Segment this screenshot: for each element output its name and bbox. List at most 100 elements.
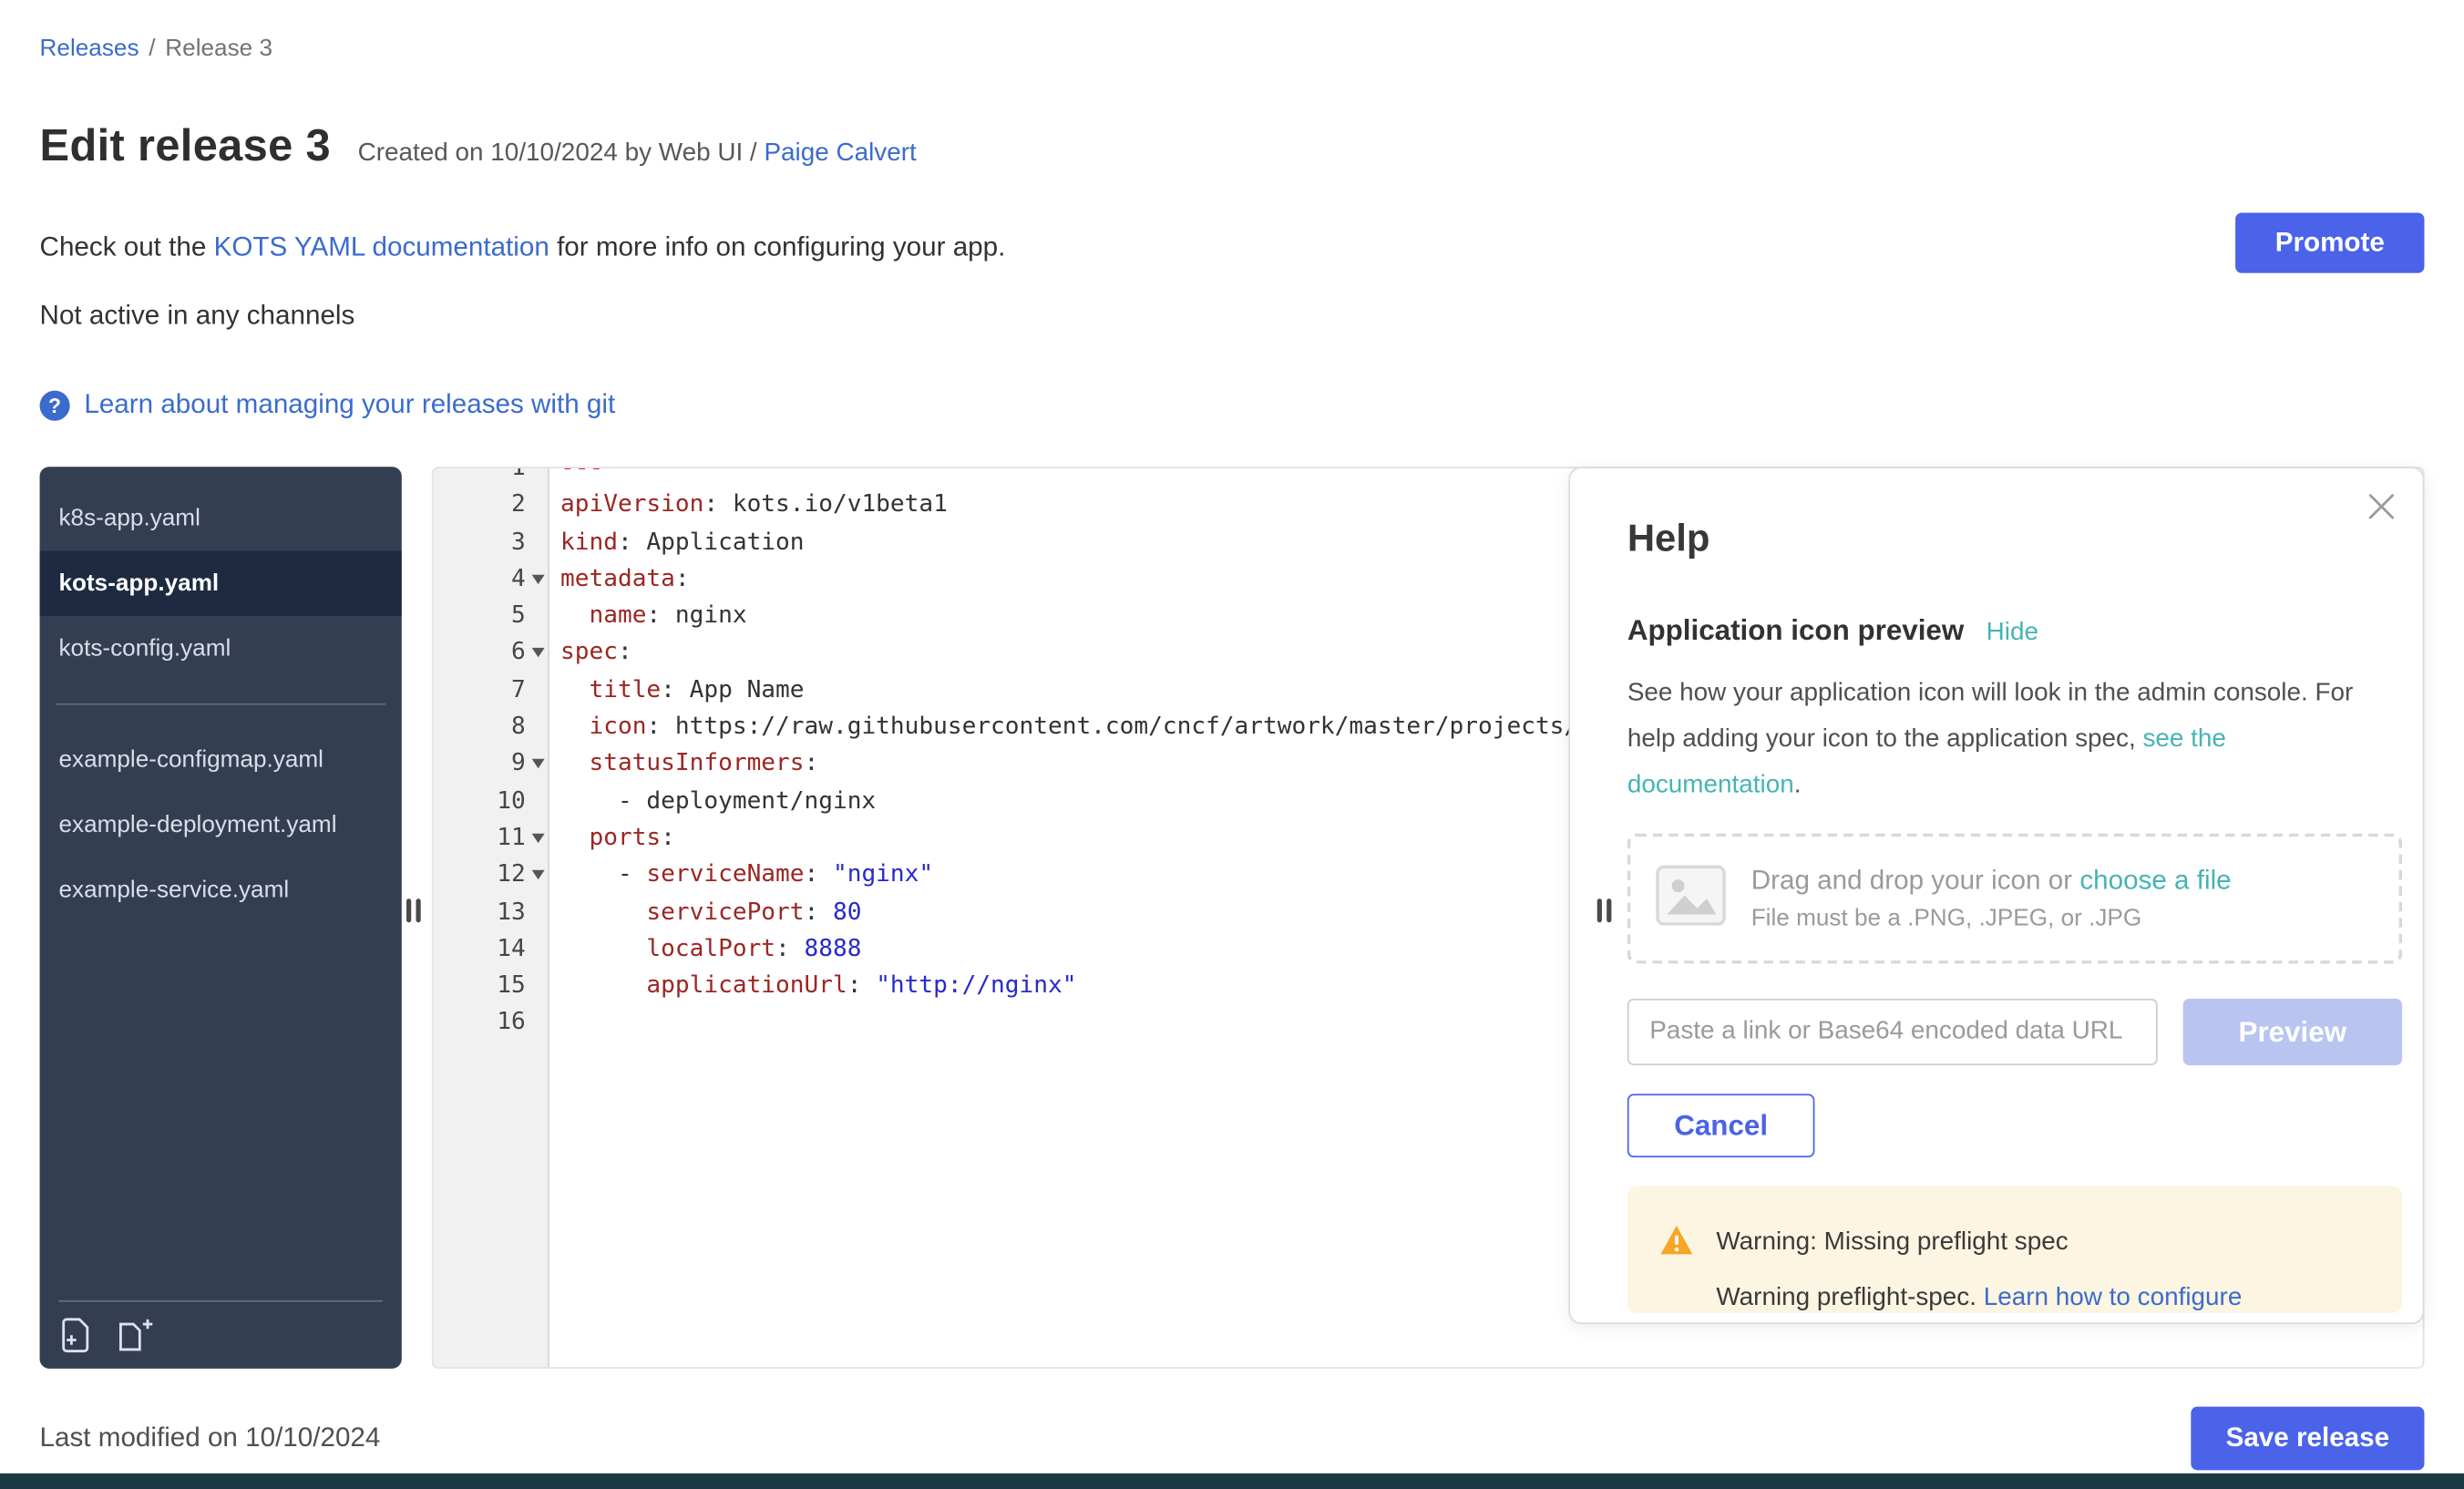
- fold-toggle-icon[interactable]: [531, 759, 544, 768]
- cancel-button[interactable]: Cancel: [1627, 1094, 1815, 1157]
- docs-suffix: for more info on configuring your app.: [557, 231, 1005, 262]
- file-name: example-service.yaml: [58, 867, 341, 913]
- preflight-warning: Warning: Missing preflight spec Warning …: [1627, 1186, 2402, 1312]
- line-number: 13: [434, 893, 526, 930]
- git-help-row: ? Learn about managing your releases wit…: [40, 389, 616, 421]
- created-author-link[interactable]: Paige Calvert: [764, 139, 916, 167]
- help-panel: Help Application icon preview Hide See h…: [1568, 467, 2424, 1324]
- icon-preview-title: Application icon preview: [1627, 614, 1964, 648]
- fold-cell: [526, 857, 549, 894]
- fold-toggle-icon[interactable]: [531, 870, 544, 879]
- promote-button[interactable]: Promote: [2235, 212, 2424, 272]
- breadcrumb-releases-link[interactable]: Releases: [40, 35, 139, 62]
- code-text: apiVersion: kots.io/v1beta1: [549, 487, 948, 524]
- file-item[interactable]: example-deployment.yaml: [40, 792, 402, 857]
- choose-file-link[interactable]: choose a file: [2079, 866, 2231, 896]
- upload-file-icon[interactable]: [58, 1318, 90, 1352]
- fold-cell: [526, 672, 549, 709]
- sidebar-resize-handle[interactable]: [406, 899, 421, 922]
- fold-toggle-icon[interactable]: [531, 833, 544, 842]
- fold-cell: [526, 893, 549, 930]
- image-placeholder-icon: [1656, 865, 1726, 933]
- icon-url-input[interactable]: [1627, 999, 2158, 1065]
- warning-body: Warning preflight-spec.: [1716, 1284, 1976, 1311]
- dropzone-text-block: Drag and drop your icon or choose a file…: [1751, 866, 2232, 932]
- fold-cell: [526, 708, 549, 745]
- docs-info: Check out the KOTS YAML documentation fo…: [40, 231, 1006, 263]
- fold-cell: [526, 819, 549, 857]
- dropzone-filetypes: File must be a .PNG, .JPEG, or .JPG: [1751, 905, 2232, 932]
- line-number: 4: [434, 560, 526, 598]
- code-text: - deployment/nginx: [549, 782, 876, 819]
- warning-detail: Warning preflight-spec. Learn how to con…: [1716, 1283, 2242, 1313]
- file-item[interactable]: k8s-app.yaml: [40, 486, 402, 550]
- code-text: ports:: [549, 819, 675, 857]
- bottom-bar: [0, 1474, 2464, 1489]
- line-number: 10: [434, 782, 526, 819]
- preview-button[interactable]: Preview: [2183, 999, 2402, 1065]
- line-number: 1: [434, 467, 526, 486]
- kots-yaml-doc-link[interactable]: KOTS YAML documentation: [214, 231, 549, 262]
- fold-toggle-icon[interactable]: [531, 574, 544, 583]
- line-number: 8: [434, 708, 526, 745]
- line-number: 14: [434, 930, 526, 968]
- close-icon[interactable]: [2366, 490, 2397, 530]
- file-name: kots-config.yaml: [58, 625, 341, 672]
- code-text: localPort: 8888: [549, 930, 862, 968]
- dropzone-instructions: Drag and drop your icon or choose a file: [1751, 866, 2232, 898]
- fold-toggle-icon[interactable]: [531, 648, 544, 657]
- file-list: k8s-app.yaml kots-app.yaml kots-config.yam…: [40, 467, 402, 922]
- git-releases-link[interactable]: Learn about managing your releases with …: [84, 389, 615, 421]
- fold-cell: [526, 634, 549, 672]
- warning-icon: [1659, 1224, 1694, 1313]
- configure-preflight-link[interactable]: Learn how to configure: [1984, 1284, 2243, 1311]
- fold-cell: [526, 597, 549, 634]
- line-number: 11: [434, 819, 526, 857]
- code-text: servicePort: 80: [549, 893, 862, 930]
- page-title: Edit release 3: [40, 120, 331, 171]
- breadcrumb: Releases / Release 3: [40, 35, 272, 62]
- icon-preview-section-header: Application icon preview Hide: [1627, 614, 2399, 648]
- code-text: [549, 1004, 560, 1042]
- line-number: 7: [434, 672, 526, 709]
- file-name: k8s-app.yaml: [58, 496, 341, 542]
- warning-title: Warning: Missing preflight spec: [1716, 1227, 2242, 1258]
- code-text: applicationUrl: "http://nginx": [549, 967, 1077, 1004]
- code-text: metadata:: [549, 560, 690, 598]
- fold-cell: [526, 745, 549, 783]
- fold-cell: [526, 930, 549, 968]
- code-text: name: nginx: [549, 597, 747, 634]
- file-group-divider: [56, 703, 385, 705]
- help-description-period: .: [1794, 772, 1802, 799]
- file-item[interactable]: kots-config.yaml: [40, 616, 402, 681]
- question-mark-icon: ?: [40, 390, 70, 420]
- line-number: 5: [434, 597, 526, 634]
- line-number: 16: [434, 1004, 526, 1042]
- fold-cell: [526, 1004, 549, 1042]
- line-number: 3: [434, 523, 526, 560]
- new-file-icon[interactable]: [116, 1318, 156, 1352]
- help-panel-resize-handle[interactable]: [1597, 899, 1612, 922]
- fold-cell: [526, 467, 549, 486]
- last-modified: Last modified on 10/10/2024: [40, 1422, 381, 1454]
- file-item[interactable]: example-service.yaml: [40, 857, 402, 922]
- release-editor-region: k8s-app.yaml kots-app.yaml kots-config.yam…: [40, 467, 2425, 1369]
- warning-text-block: Warning: Missing preflight spec Warning …: [1716, 1227, 2242, 1313]
- created-text: Created on 10/10/2024 by Web UI /: [358, 139, 757, 167]
- line-number: 6: [434, 634, 526, 672]
- code-text: statusInformers:: [549, 745, 818, 783]
- help-title: Help: [1627, 516, 2399, 563]
- file-item[interactable]: kots-app.yaml: [40, 551, 402, 616]
- hide-link[interactable]: Hide: [1987, 619, 2038, 647]
- file-sidebar: k8s-app.yaml kots-app.yaml kots-config.yam…: [40, 467, 402, 1369]
- breadcrumb-separator: /: [149, 35, 155, 62]
- save-release-button[interactable]: Save release: [2191, 1407, 2424, 1471]
- fold-cell: [526, 523, 549, 560]
- page: Releases / Release 3 Edit release 3 Crea…: [0, 0, 2464, 1489]
- help-description: See how your application icon will look …: [1627, 670, 2387, 808]
- code-text: ---: [549, 467, 603, 486]
- icon-dropzone[interactable]: Drag and drop your icon or choose a file…: [1627, 834, 2402, 964]
- fold-cell: [526, 967, 549, 1004]
- line-number: 2: [434, 487, 526, 524]
- file-item[interactable]: example-configmap.yaml: [40, 727, 402, 792]
